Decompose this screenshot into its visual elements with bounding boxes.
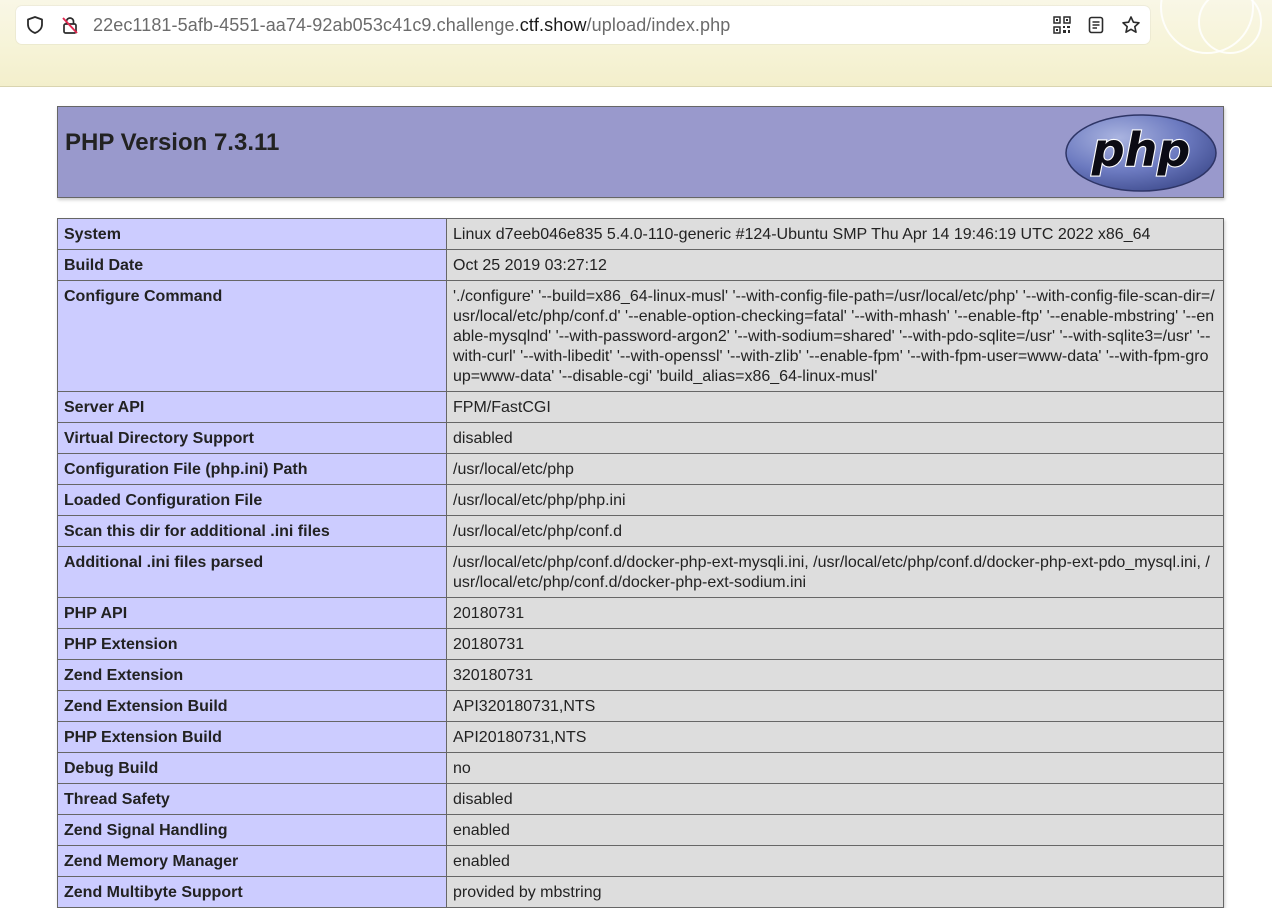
setting-value: provided by mbstring	[446, 876, 1224, 908]
setting-name: Server API	[57, 391, 447, 423]
php-info-table-body: System Linux d7eeb046e835 5.4.0-110-gener…	[57, 218, 1224, 908]
url-host: ctf.show	[519, 15, 587, 35]
table-row: Zend Memory Manager enabled	[57, 845, 1224, 877]
php-logo[interactable]: php	[1064, 113, 1218, 193]
setting-value: /usr/local/etc/php/conf.d/docker-php-ext…	[446, 546, 1224, 598]
setting-value: 320180731	[446, 659, 1224, 691]
setting-value: Linux d7eeb046e835 5.4.0-110-generic #12…	[446, 218, 1224, 250]
setting-name: Configure Command	[57, 280, 447, 392]
table-row: System Linux d7eeb046e835 5.4.0-110-gener…	[57, 218, 1224, 250]
setting-name: Thread Safety	[57, 783, 447, 815]
table-row: Server API FPM/FastCGI	[57, 391, 1224, 423]
setting-name: Additional .ini files parsed	[57, 546, 447, 598]
php-version-header: PHP Version 7.3.11 php	[57, 106, 1224, 198]
setting-name: Loaded Configuration File	[57, 484, 447, 516]
table-row: Zend Extension Build API320180731,NTS	[57, 690, 1224, 722]
setting-name: Zend Multibyte Support	[57, 876, 447, 908]
setting-name: Zend Memory Manager	[57, 845, 447, 877]
setting-name: Virtual Directory Support	[57, 422, 447, 454]
table-row: PHP Extension 20180731	[57, 628, 1224, 660]
setting-value: enabled	[446, 845, 1224, 877]
setting-value: Oct 25 2019 03:27:12	[446, 249, 1224, 281]
table-row: PHP API 20180731	[57, 597, 1224, 629]
bookmark-star-icon[interactable]	[1121, 15, 1141, 35]
browser-toolbar: 22ec1181-5afb-4551-aa74-92ab053c41c9.cha…	[0, 0, 1272, 87]
php-logo-text: php	[1091, 123, 1191, 177]
php-info-table: System Linux d7eeb046e835 5.4.0-110-gener…	[57, 218, 1224, 908]
page-title: PHP Version 7.3.11	[65, 129, 280, 156]
setting-name: PHP Extension Build	[57, 721, 447, 753]
setting-value: /usr/local/etc/php/php.ini	[446, 484, 1224, 516]
setting-value: enabled	[446, 814, 1224, 846]
tracking-protection-shield-icon[interactable]	[25, 15, 45, 35]
setting-value: FPM/FastCGI	[446, 391, 1224, 423]
setting-name: PHP Extension	[57, 628, 447, 660]
setting-value: disabled	[446, 783, 1224, 815]
setting-name: PHP API	[57, 597, 447, 629]
setting-value: disabled	[446, 422, 1224, 454]
table-row: Scan this dir for additional .ini files /…	[57, 515, 1224, 547]
table-row: Zend Extension 320180731	[57, 659, 1224, 691]
setting-value: 20180731	[446, 597, 1224, 629]
reader-view-icon[interactable]	[1086, 15, 1106, 35]
url-text[interactable]: 22ec1181-5afb-4551-aa74-92ab053c41c9.cha…	[93, 15, 730, 35]
table-row: Build Date Oct 25 2019 03:27:12	[57, 249, 1224, 281]
setting-value: /usr/local/etc/php/conf.d	[446, 515, 1224, 547]
url-prefix: 22ec1181-5afb-4551-aa74-92ab053c41c9.cha…	[93, 15, 520, 35]
table-row: Zend Signal Handling enabled	[57, 814, 1224, 846]
table-row: Additional .ini files parsed/usr/local/e…	[57, 546, 1224, 598]
table-row: Virtual Directory Support disabled	[57, 422, 1224, 454]
setting-value: /usr/local/etc/php	[446, 453, 1224, 485]
setting-value: './configure' '--build=x86_64-linux-musl…	[446, 280, 1224, 392]
table-row: PHP Extension Build API20180731,NTS	[57, 721, 1224, 753]
qr-code-icon[interactable]	[1052, 15, 1072, 35]
setting-name: Zend Extension	[57, 659, 447, 691]
table-row: Configuration File (php.ini) Path/usr/lo…	[57, 453, 1224, 485]
setting-value: 20180731	[446, 628, 1224, 660]
setting-name: Debug Build	[57, 752, 447, 784]
table-row: Zend Multibyte Support provided by mbstri…	[57, 876, 1224, 908]
setting-name: Zend Extension Build	[57, 690, 447, 722]
url-path: /upload/index.php	[586, 15, 731, 35]
address-bar[interactable]: 22ec1181-5afb-4551-aa74-92ab053c41c9.cha…	[16, 6, 1150, 44]
setting-value: no	[446, 752, 1224, 784]
insecure-lock-icon[interactable]	[60, 15, 80, 35]
setting-name: Scan this dir for additional .ini files	[57, 515, 447, 547]
setting-name: System	[57, 218, 447, 250]
table-row: Debug Build no	[57, 752, 1224, 784]
setting-name: Zend Signal Handling	[57, 814, 447, 846]
table-row: Configure Command './configure' '--build=…	[57, 280, 1224, 392]
table-row: Thread Safety disabled	[57, 783, 1224, 815]
setting-name: Build Date	[57, 249, 447, 281]
setting-value: API320180731,NTS	[446, 690, 1224, 722]
table-row: Loaded Configuration File/usr/local/etc/…	[57, 484, 1224, 516]
setting-name: Configuration File (php.ini) Path	[57, 453, 447, 485]
setting-value: API20180731,NTS	[446, 721, 1224, 753]
